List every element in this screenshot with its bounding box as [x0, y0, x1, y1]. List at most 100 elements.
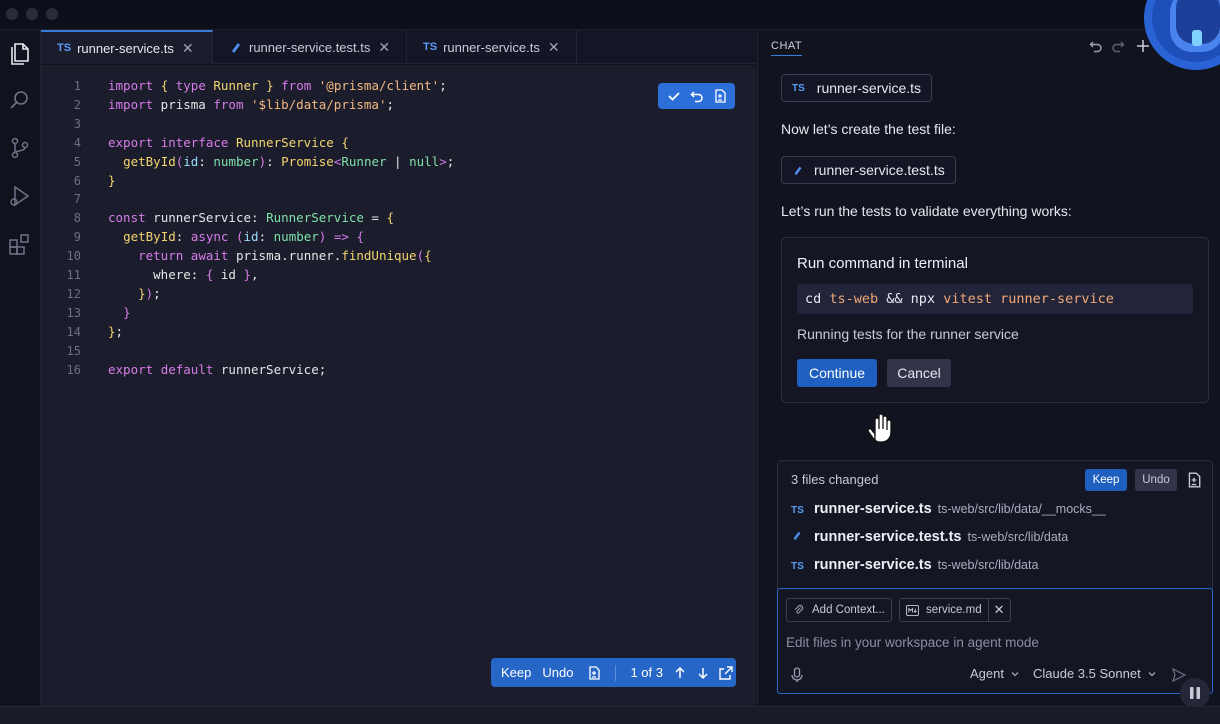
changed-file-row[interactable]: TS runner-service.ts ts-web/src/lib/data… [791, 501, 1106, 517]
changed-file-name: runner-service.ts [814, 557, 932, 573]
close-icon[interactable]: ✕ [548, 39, 560, 56]
line-number: 7 [73, 192, 81, 207]
add-context-label: Add Context... [812, 604, 885, 616]
changed-file-name: runner-service.test.ts [814, 529, 962, 545]
close-icon[interactable]: ✕ [987, 599, 1010, 621]
chat-input[interactable]: Edit files in your workspace in agent mo… [786, 635, 1039, 650]
line-number: 2 [73, 97, 81, 112]
add-context-button[interactable]: Add Context... [786, 598, 892, 622]
tab-runner-service-ts-2[interactable]: TS runner-service.ts ✕ [407, 30, 577, 64]
chat-input-box: Add Context... service.md ✕ Edit files i… [777, 588, 1213, 694]
file-chip-runner-service-test[interactable]: runner-service.test.ts [781, 156, 956, 184]
line-number: 14 [66, 324, 81, 339]
code-editor[interactable]: 1 2 3 4 5 6 7 8 9 10 11 12 13 14 15 16 i… [41, 65, 756, 706]
extensions-icon[interactable] [6, 230, 34, 258]
typescript-icon: TS [792, 82, 805, 94]
chevron-down-icon [1148, 671, 1156, 676]
context-file-chip[interactable]: service.md ✕ [899, 598, 1011, 622]
line-number: 9 [73, 230, 81, 245]
diff-file-icon[interactable] [1186, 472, 1202, 488]
test-file-icon [791, 529, 814, 544]
window-maximize-dot[interactable] [46, 8, 58, 20]
run-debug-icon[interactable] [6, 182, 34, 210]
line-number: 15 [66, 343, 81, 358]
line-number: 16 [66, 362, 81, 377]
chevron-down-icon [1011, 671, 1019, 676]
test-file-icon [232, 43, 240, 53]
changed-file-row[interactable]: runner-service.test.ts ts-web/src/lib/da… [791, 529, 1068, 545]
line-number: 12 [66, 286, 81, 301]
line-number: 5 [73, 154, 81, 169]
source-control-icon[interactable] [6, 134, 34, 162]
diff-file-icon[interactable] [587, 665, 601, 680]
command-card-title: Run command in terminal [797, 255, 968, 272]
files-changed-panel: 3 files changed Keep Undo TS runner-serv… [777, 460, 1213, 590]
send-icon[interactable] [1172, 668, 1186, 682]
tab-label: runner-service.ts [77, 40, 174, 56]
terminal-command-card: Run command in terminal cd ts-web && npx… [781, 237, 1209, 403]
test-file-icon [794, 166, 802, 176]
command-description: Running tests for the runner service [797, 326, 1019, 342]
chat-title: CHAT [771, 40, 803, 56]
keep-button[interactable]: Keep [501, 665, 531, 680]
paperclip-icon [794, 604, 804, 614]
change-review-bar: Keep Undo 1 of 3 [491, 658, 736, 687]
file-chip-label: runner-service.test.ts [814, 162, 945, 178]
chat-message: Let’s run the tests to validate everythi… [781, 203, 1072, 219]
markdown-icon [906, 604, 919, 616]
pause-button[interactable] [1180, 678, 1210, 708]
undo-button[interactable]: Undo [542, 665, 573, 680]
undo-all-button[interactable]: Undo [1135, 469, 1177, 491]
chat-panel: CHAT TS runner-service.ts Now let’s crea… [757, 30, 1220, 706]
diff-file-icon[interactable] [711, 87, 729, 105]
line-number: 13 [66, 305, 81, 320]
mode-label: Agent [970, 666, 1004, 681]
line-number: 10 [66, 249, 81, 264]
chat-message: Now let’s create the test file: [781, 121, 956, 137]
window-close-dot[interactable] [6, 8, 18, 20]
typescript-icon: TS [423, 41, 438, 53]
mode-selector[interactable]: Agent [970, 666, 1020, 681]
search-icon[interactable] [6, 86, 34, 114]
accept-check-icon[interactable] [665, 87, 683, 105]
line-number: 11 [66, 268, 81, 283]
activity-bar [0, 30, 41, 706]
line-number: 4 [73, 135, 81, 150]
tab-label: runner-service.ts [443, 39, 540, 55]
typescript-icon: TS [57, 42, 72, 54]
pause-icon [1190, 687, 1200, 699]
keep-all-button[interactable]: Keep [1085, 469, 1127, 491]
changed-file-name: runner-service.ts [814, 501, 932, 517]
tab-runner-service-test-ts[interactable]: runner-service.test.ts ✕ [213, 30, 407, 64]
undo-icon[interactable] [1089, 39, 1103, 53]
explorer-icon[interactable] [6, 39, 34, 67]
status-bar [0, 706, 1220, 724]
undo-icon[interactable] [688, 87, 706, 105]
typescript-icon: TS [791, 505, 804, 516]
arrow-down-icon[interactable] [696, 666, 710, 680]
model-label: Claude 3.5 Sonnet [1033, 666, 1141, 681]
file-chip-runner-service[interactable]: TS runner-service.ts [781, 74, 933, 102]
close-icon[interactable]: ✕ [182, 40, 194, 57]
tab-runner-service-ts[interactable]: TS runner-service.ts ✕ [41, 30, 213, 64]
code-content[interactable]: import { type Runner } from '@prisma/cli… [108, 77, 454, 380]
cancel-button[interactable]: Cancel [887, 359, 951, 387]
model-selector[interactable]: Claude 3.5 Sonnet [1033, 666, 1157, 681]
change-index-indicator: 1 of 3 [630, 665, 663, 680]
inline-diff-toolbar [658, 83, 735, 109]
line-number-gutter: 1 2 3 4 5 6 7 8 9 10 11 12 13 14 15 16 [41, 77, 81, 380]
close-icon[interactable]: ✕ [378, 39, 390, 56]
command-text: cd ts-web && npx vitest runner-service [797, 284, 1193, 314]
file-chip-label: runner-service.ts [816, 80, 922, 96]
changed-file-path: ts-web/src/lib/data [937, 558, 1039, 572]
assistant-avatar-graphic [1126, 0, 1220, 72]
continue-button[interactable]: Continue [797, 359, 877, 387]
microphone-icon[interactable] [790, 667, 804, 683]
redo-icon[interactable] [1111, 39, 1125, 53]
window-minimize-dot[interactable] [26, 8, 38, 20]
changed-file-path: ts-web/src/lib/data [967, 530, 1069, 544]
open-external-icon[interactable] [719, 665, 733, 680]
changed-file-row[interactable]: TS runner-service.ts ts-web/src/lib/data [791, 557, 1038, 573]
context-file-label: service.md [926, 604, 982, 616]
arrow-up-icon[interactable] [673, 666, 687, 680]
